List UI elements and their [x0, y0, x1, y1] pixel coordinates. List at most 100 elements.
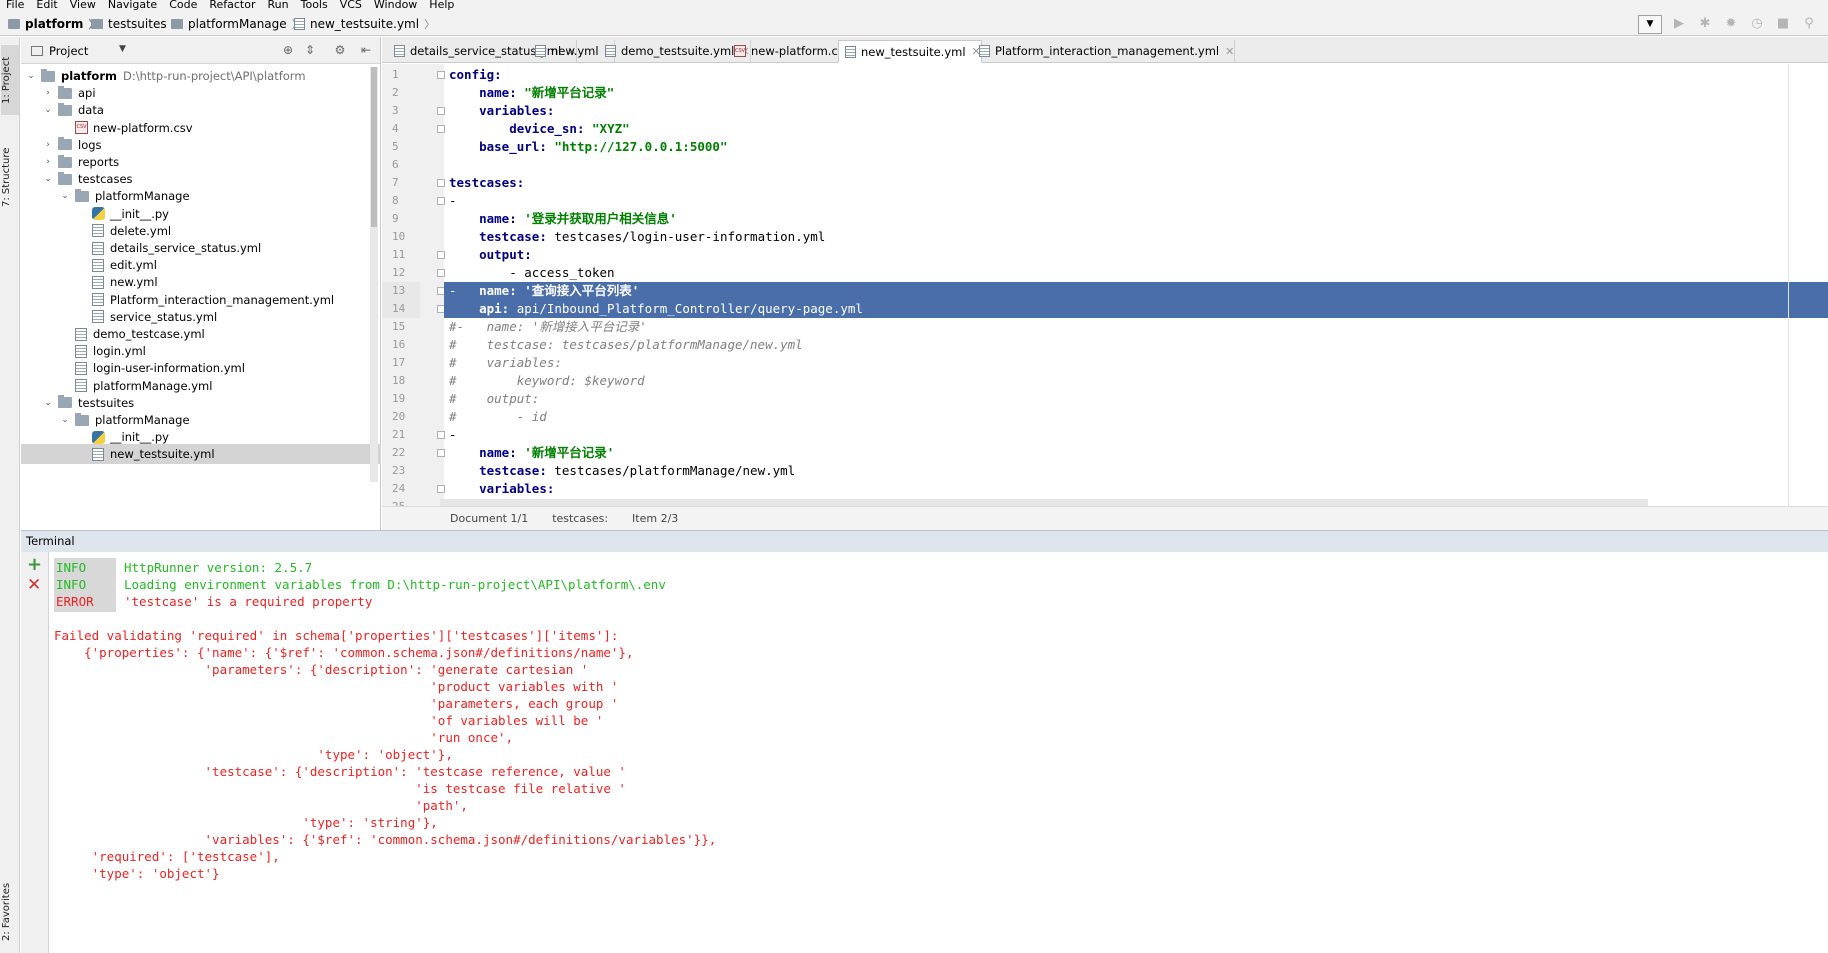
- expand-arrow-icon[interactable]: ⌄: [59, 191, 71, 201]
- stop-icon[interactable]: ■: [1776, 17, 1790, 31]
- code-line[interactable]: #- name: '新增接入平台记录': [444, 318, 1828, 336]
- menu-item-window[interactable]: Window: [374, 0, 417, 10]
- expand-arrow-icon[interactable]: ⌄: [42, 398, 54, 408]
- yml-file-icon: [75, 344, 87, 358]
- code-line[interactable]: # variables:: [444, 354, 1828, 372]
- breadcrumb-platform[interactable]: platform〉: [8, 15, 99, 32]
- close-session-icon[interactable]: ✕: [27, 576, 41, 594]
- debug-icon[interactable]: ✱: [1698, 17, 1712, 31]
- code-line[interactable]: testcase: testcases/login-user-informati…: [444, 228, 1828, 246]
- code-line[interactable]: # testcase: testcases/platformManage/new…: [444, 336, 1828, 354]
- line-number: 17: [392, 356, 406, 369]
- code-line[interactable]: # - id: [444, 408, 1828, 426]
- path-indicator[interactable]: testcases:: [552, 512, 608, 525]
- expand-arrow-icon[interactable]: ⌄: [59, 415, 71, 425]
- coverage-icon[interactable]: ✹: [1724, 17, 1738, 31]
- editor-tab[interactable]: Platform_interaction_management.yml ✕: [973, 40, 1236, 62]
- menu-item-file[interactable]: File: [6, 0, 24, 10]
- code-line[interactable]: variables:: [444, 480, 1828, 498]
- breadcrumb-file[interactable]: new_testsuite.yml 〉: [294, 15, 435, 32]
- code-line[interactable]: # keyword: $keyword: [444, 372, 1828, 390]
- project-view-selector[interactable]: Project: [31, 44, 88, 58]
- code-editor[interactable]: 1234567891011121314151617181920212223242…: [382, 64, 1828, 506]
- close-icon[interactable]: ✕: [1225, 45, 1234, 58]
- run-icon[interactable]: ▶: [1672, 17, 1686, 31]
- tree-item-label: service_status.yml: [110, 309, 218, 324]
- search-icon[interactable]: ⚲: [1802, 17, 1816, 31]
- structure-tool-tab[interactable]: 7: Structure: [1, 137, 19, 217]
- editor-horizontal-scrollbar[interactable]: [440, 499, 1648, 506]
- expand-arrow-icon[interactable]: ›: [42, 157, 54, 167]
- menu-item-tools[interactable]: Tools: [301, 0, 328, 10]
- favorites-tool-tab[interactable]: 2: Favorites: [1, 877, 19, 947]
- line-number: 13: [382, 282, 420, 300]
- code-token: -: [449, 193, 457, 208]
- expand-arrow-icon[interactable]: ›: [42, 140, 54, 150]
- terminal-output[interactable]: INFO HttpRunner version: 2.5.7 INFO Loading…: [50, 552, 1828, 953]
- editor-tab[interactable]: new_testsuite.yml ✕: [838, 40, 982, 63]
- line-number: 19: [392, 392, 406, 405]
- code-line[interactable]: base_url: "http://127.0.0.1:5000": [444, 138, 1828, 156]
- menu-item-edit[interactable]: Edit: [36, 0, 57, 10]
- tree-scrollbar[interactable]: [370, 67, 378, 482]
- tree-item-label: login-user-information.yml: [93, 361, 245, 376]
- code-line[interactable]: - name: '查询接入平台列表': [444, 282, 1828, 300]
- new-session-icon[interactable]: +: [27, 556, 42, 574]
- code-token: variables:: [479, 481, 555, 496]
- code-token: config:: [449, 67, 502, 82]
- code-line[interactable]: name: '新增平台记录': [444, 444, 1828, 462]
- log-level-badge: ERROR: [54, 592, 116, 612]
- document-indicator[interactable]: Document 1/1: [450, 512, 528, 525]
- code-line[interactable]: - access_token: [444, 264, 1828, 282]
- menu-item-refactor[interactable]: Refactor: [209, 0, 255, 10]
- code-token: "XYZ": [592, 121, 630, 136]
- code-line[interactable]: testcase: testcases/platformManage/new.y…: [444, 462, 1828, 480]
- code-line[interactable]: testcases:: [444, 174, 1828, 192]
- item-indicator[interactable]: Item 2/3: [632, 512, 678, 525]
- code-line[interactable]: device_sn: "XYZ": [444, 120, 1828, 138]
- code-line[interactable]: config:: [444, 66, 1828, 84]
- code-line[interactable]: -: [444, 426, 1828, 444]
- scrollbar-thumb[interactable]: [371, 67, 377, 227]
- tree-item-label: new_testsuite.yml: [110, 447, 215, 462]
- expand-arrow-icon[interactable]: ⌄: [42, 105, 54, 115]
- run-config-dropdown[interactable]: ▼: [1638, 14, 1662, 34]
- code-line[interactable]: [444, 156, 1828, 174]
- code-line[interactable]: name: '登录并获取用户相关信息': [444, 210, 1828, 228]
- project-tool-tab[interactable]: 1: Project: [1, 45, 19, 115]
- menu-item-vcs[interactable]: VCS: [340, 0, 362, 10]
- gear-icon[interactable]: ⚙: [333, 43, 347, 57]
- line-number: 14: [382, 300, 420, 318]
- menu-item-code[interactable]: Code: [169, 0, 197, 10]
- editor-tabs: details_service_status.yml✕new.yml✕demo_…: [382, 37, 1828, 63]
- expand-arrow-icon[interactable]: ›: [42, 88, 54, 98]
- chevron-down-icon[interactable]: ▼: [119, 44, 126, 54]
- hide-icon[interactable]: ⇤: [359, 43, 373, 57]
- yml-file-icon: [75, 361, 87, 375]
- breadcrumb-platformmanage[interactable]: platformManage〉: [171, 15, 303, 32]
- code-line[interactable]: api: api/Inbound_Platform_Controller/que…: [444, 300, 1828, 318]
- profile-icon[interactable]: ◷: [1750, 17, 1764, 31]
- editor-tab-label: Platform_interaction_management.yml: [995, 44, 1220, 58]
- code-area[interactable]: config: name: "新增平台记录" variables: device…: [444, 64, 1828, 506]
- code-line[interactable]: variables:: [444, 102, 1828, 120]
- expand-arrow-icon[interactable]: ⌄: [42, 174, 54, 184]
- expand-arrow-icon[interactable]: ⌄: [25, 71, 37, 81]
- left-tool-stripe: 1: Project 7: Structure 2: Favorites: [0, 37, 20, 953]
- code-line[interactable]: # output:: [444, 390, 1828, 408]
- menu-item-help[interactable]: Help: [429, 0, 454, 10]
- code-line[interactable]: name: "新增平台记录": [444, 84, 1828, 102]
- menu-item-run[interactable]: Run: [268, 0, 289, 10]
- code-token: - access_token: [449, 265, 615, 280]
- code-line[interactable]: -: [444, 192, 1828, 210]
- menu-item-navigate[interactable]: Navigate: [108, 0, 157, 10]
- terminal-log-line: ERROR 'testcase' is a required property: [54, 592, 372, 612]
- tree-item[interactable]: new_testsuite.yml: [21, 444, 381, 465]
- breadcrumb-testsuites[interactable]: testsuites〉: [91, 15, 183, 32]
- locate-icon[interactable]: ⊕: [281, 43, 295, 57]
- code-line[interactable]: output:: [444, 246, 1828, 264]
- menu-item-view[interactable]: View: [70, 0, 96, 10]
- collapse-icon[interactable]: ⇕: [303, 43, 317, 57]
